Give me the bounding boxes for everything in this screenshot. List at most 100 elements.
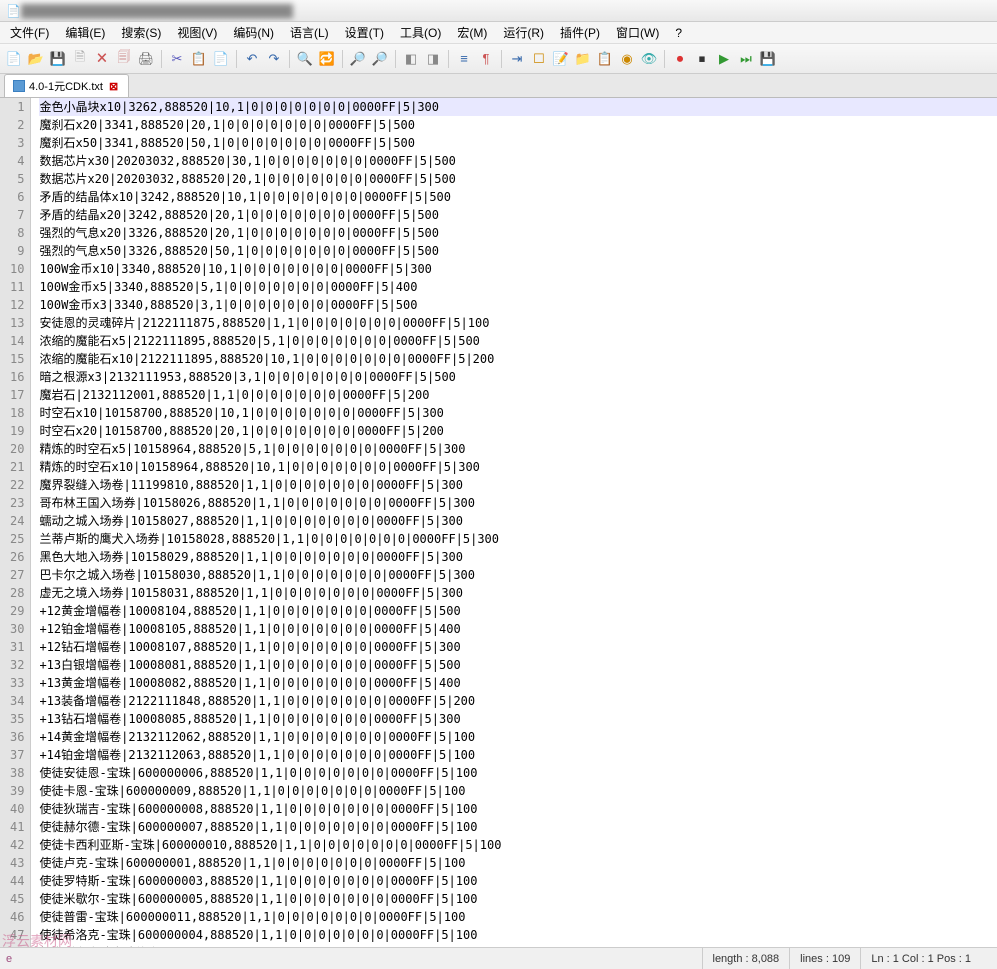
code-line[interactable]: 蠕动之城入场券|10158027,888520|1,1|0|0|0|0|0|0|…: [39, 512, 997, 530]
play-multi-icon[interactable]: ⏭: [736, 49, 756, 69]
separator: [289, 50, 290, 68]
open-icon[interactable]: 📂: [26, 49, 46, 69]
code-line[interactable]: 100W金币x3|3340,888520|3,1|0|0|0|0|0|0|0|0…: [39, 296, 997, 314]
code-line[interactable]: 巴卡尔之城入场卷|10158030,888520|1,1|0|0|0|0|0|0…: [39, 566, 997, 584]
code-line[interactable]: 安徒恩的灵魂碎片|2122111875,888520|1,1|0|0|0|0|0…: [39, 314, 997, 332]
menu-item[interactable]: 编码(N): [227, 22, 280, 43]
redo-icon[interactable]: ↷: [264, 49, 284, 69]
menu-item[interactable]: 插件(P): [554, 22, 606, 43]
code-line[interactable]: 黑色大地入场券|10158029,888520|1,1|0|0|0|0|0|0|…: [39, 548, 997, 566]
code-line[interactable]: 新春稀有宝珠自选礼盒|490808003,888520|1,1|0|0|0|0|…: [39, 944, 997, 947]
code-line[interactable]: 矛盾的结晶x20|3242,888520|20,1|0|0|0|0|0|0|0|…: [39, 206, 997, 224]
menu-item[interactable]: 窗口(W): [610, 22, 665, 43]
code-line[interactable]: 强烈的气息x20|3326,888520|20,1|0|0|0|0|0|0|0|…: [39, 224, 997, 242]
guide-icon[interactable]: ☐: [529, 49, 549, 69]
code-line[interactable]: 使徒卡恩-宝珠|600000009,888520|1,1|0|0|0|0|0|0…: [39, 782, 997, 800]
code-line[interactable]: 魔刹石x50|3341,888520|50,1|0|0|0|0|0|0|0|00…: [39, 134, 997, 152]
code-line[interactable]: +14铂金增幅卷|2132112063,888520|1,1|0|0|0|0|0…: [39, 746, 997, 764]
zoom-out-icon[interactable]: 🔎: [370, 49, 390, 69]
monitor-icon[interactable]: 👁: [639, 49, 659, 69]
status-left: e: [0, 953, 702, 965]
code-line[interactable]: +12黄金增幅卷|10008104,888520|1,1|0|0|0|0|0|0…: [39, 602, 997, 620]
code-line[interactable]: +13黄金增幅卷|10008082,888520|1,1|0|0|0|0|0|0…: [39, 674, 997, 692]
menu-item[interactable]: 视图(V): [171, 22, 223, 43]
indent-icon[interactable]: ⇥: [507, 49, 527, 69]
replace-icon[interactable]: 🔁: [317, 49, 337, 69]
code-line[interactable]: 浓缩的魔能石x10|2122111895,888520|10,1|0|0|0|0…: [39, 350, 997, 368]
close-icon[interactable]: 🗙: [92, 49, 112, 69]
code-line[interactable]: 使徒狄瑞吉-宝珠|600000008,888520|1,1|0|0|0|0|0|…: [39, 800, 997, 818]
folder-icon[interactable]: 📁: [573, 49, 593, 69]
code-line[interactable]: 强烈的气息x50|3326,888520|50,1|0|0|0|0|0|0|0|…: [39, 242, 997, 260]
save-icon[interactable]: 💾: [48, 49, 68, 69]
zoom-in-icon[interactable]: 🔎: [348, 49, 368, 69]
code-line[interactable]: 100W金币x10|3340,888520|10,1|0|0|0|0|0|0|0…: [39, 260, 997, 278]
find-icon[interactable]: 🔍: [295, 49, 315, 69]
wrap-icon[interactable]: ≡: [454, 49, 474, 69]
code-line[interactable]: +14黄金增幅卷|2132112062,888520|1,1|0|0|0|0|0…: [39, 728, 997, 746]
menu-item[interactable]: 运行(R): [497, 22, 550, 43]
code-line[interactable]: 使徒卡西利亚斯-宝珠|600000010,888520|1,1|0|0|0|0|…: [39, 836, 997, 854]
code-line[interactable]: 使徒赫尔德-宝珠|600000007,888520|1,1|0|0|0|0|0|…: [39, 818, 997, 836]
code-line[interactable]: 使徒安徒恩-宝珠|600000006,888520|1,1|0|0|0|0|0|…: [39, 764, 997, 782]
paste-icon[interactable]: 📄: [211, 49, 231, 69]
code-line[interactable]: 使徒米歇尔-宝珠|600000005,888520|1,1|0|0|0|0|0|…: [39, 890, 997, 908]
close-tab-icon[interactable]: ⊠: [107, 80, 120, 93]
code-line[interactable]: 兰蒂卢斯的鹰犬入场券|10158028,888520|1,1|0|0|0|0|0…: [39, 530, 997, 548]
stop-icon[interactable]: ⏹: [692, 49, 712, 69]
save-all-icon[interactable]: 🗎: [70, 49, 90, 69]
new-file-icon[interactable]: 📄: [4, 49, 24, 69]
title-bar: 📄 ████████████████████████████████: [0, 0, 997, 22]
print-icon[interactable]: 🖨: [136, 49, 156, 69]
menu-item[interactable]: 设置(T): [339, 22, 390, 43]
code-line[interactable]: 哥布林王国入场券|10158026,888520|1,1|0|0|0|0|0|0…: [39, 494, 997, 512]
code-line[interactable]: +12钻石增幅卷|10008107,888520|1,1|0|0|0|0|0|0…: [39, 638, 997, 656]
code-line[interactable]: 使徒普雷-宝珠|600000011,888520|1,1|0|0|0|0|0|0…: [39, 908, 997, 926]
code-line[interactable]: 矛盾的结晶体x10|3242,888520|10,1|0|0|0|0|0|0|0…: [39, 188, 997, 206]
code-line[interactable]: +12铂金增幅卷|10008105,888520|1,1|0|0|0|0|0|0…: [39, 620, 997, 638]
sync-v-icon[interactable]: ◧: [401, 49, 421, 69]
menu-item[interactable]: 文件(F): [4, 22, 55, 43]
code-line[interactable]: 暗之根源x3|2132111953,888520|3,1|0|0|0|0|0|0…: [39, 368, 997, 386]
record-icon[interactable]: ⏺: [670, 49, 690, 69]
copy-icon[interactable]: 📋: [189, 49, 209, 69]
doc-icon[interactable]: 📋: [595, 49, 615, 69]
code-line[interactable]: 使徒卢克-宝珠|600000001,888520|1,1|0|0|0|0|0|0…: [39, 854, 997, 872]
code-line[interactable]: 使徒希洛克-宝珠|600000004,888520|1,1|0|0|0|0|0|…: [39, 926, 997, 944]
code-line[interactable]: 虚无之境入场券|10158031,888520|1,1|0|0|0|0|0|0|…: [39, 584, 997, 602]
menu-item[interactable]: 语言(L): [284, 22, 335, 43]
code-line[interactable]: 魔岩石|2132112001,888520|1,1|0|0|0|0|0|0|0|…: [39, 386, 997, 404]
code-line[interactable]: 数据芯片x20|20203032,888520|20,1|0|0|0|0|0|0…: [39, 170, 997, 188]
menu-item[interactable]: 搜索(S): [115, 22, 167, 43]
code-line[interactable]: 使徒罗特斯-宝珠|600000003,888520|1,1|0|0|0|0|0|…: [39, 872, 997, 890]
code-line[interactable]: 数据芯片x30|20203032,888520|30,1|0|0|0|0|0|0…: [39, 152, 997, 170]
separator: [664, 50, 665, 68]
code-line[interactable]: +13钻石增幅卷|10008085,888520|1,1|0|0|0|0|0|0…: [39, 710, 997, 728]
cut-icon[interactable]: ✂: [167, 49, 187, 69]
doc-map-icon[interactable]: ◉: [617, 49, 637, 69]
menu-item[interactable]: 编辑(E): [59, 22, 111, 43]
file-tab[interactable]: 4.0-1元CDK.txt ⊠: [4, 74, 129, 97]
menu-item[interactable]: 工具(O): [394, 22, 447, 43]
code-line[interactable]: 浓缩的魔能石x5|2122111895,888520|5,1|0|0|0|0|0…: [39, 332, 997, 350]
show-symbol-icon[interactable]: ¶: [476, 49, 496, 69]
save-macro-icon[interactable]: 💾: [758, 49, 778, 69]
code-content[interactable]: 金色小晶块x10|3262,888520|10,1|0|0|0|0|0|0|0|…: [31, 98, 997, 947]
play-icon[interactable]: ▶: [714, 49, 734, 69]
menu-item[interactable]: ?: [669, 24, 688, 42]
code-line[interactable]: 金色小晶块x10|3262,888520|10,1|0|0|0|0|0|0|0|…: [39, 98, 997, 116]
code-line[interactable]: +13装备增幅卷|2122111848,888520|1,1|0|0|0|0|0…: [39, 692, 997, 710]
code-line[interactable]: 魔刹石x20|3341,888520|20,1|0|0|0|0|0|0|0|00…: [39, 116, 997, 134]
code-line[interactable]: 时空石x20|10158700,888520|20,1|0|0|0|0|0|0|…: [39, 422, 997, 440]
undo-icon[interactable]: ↶: [242, 49, 262, 69]
sync-h-icon[interactable]: ◨: [423, 49, 443, 69]
close-all-icon[interactable]: 🗐: [114, 49, 134, 69]
code-line[interactable]: 100W金币x5|3340,888520|5,1|0|0|0|0|0|0|0|0…: [39, 278, 997, 296]
code-line[interactable]: 精炼的时空石x5|10158964,888520|5,1|0|0|0|0|0|0…: [39, 440, 997, 458]
lang-icon[interactable]: 📝: [551, 49, 571, 69]
menu-item[interactable]: 宏(M): [451, 22, 493, 43]
code-line[interactable]: 精炼的时空石x10|10158964,888520|10,1|0|0|0|0|0…: [39, 458, 997, 476]
code-line[interactable]: +13白银增幅卷|10008081,888520|1,1|0|0|0|0|0|0…: [39, 656, 997, 674]
code-line[interactable]: 时空石x10|10158700,888520|10,1|0|0|0|0|0|0|…: [39, 404, 997, 422]
code-line[interactable]: 魔界裂缝入场卷|11199810,888520|1,1|0|0|0|0|0|0|…: [39, 476, 997, 494]
